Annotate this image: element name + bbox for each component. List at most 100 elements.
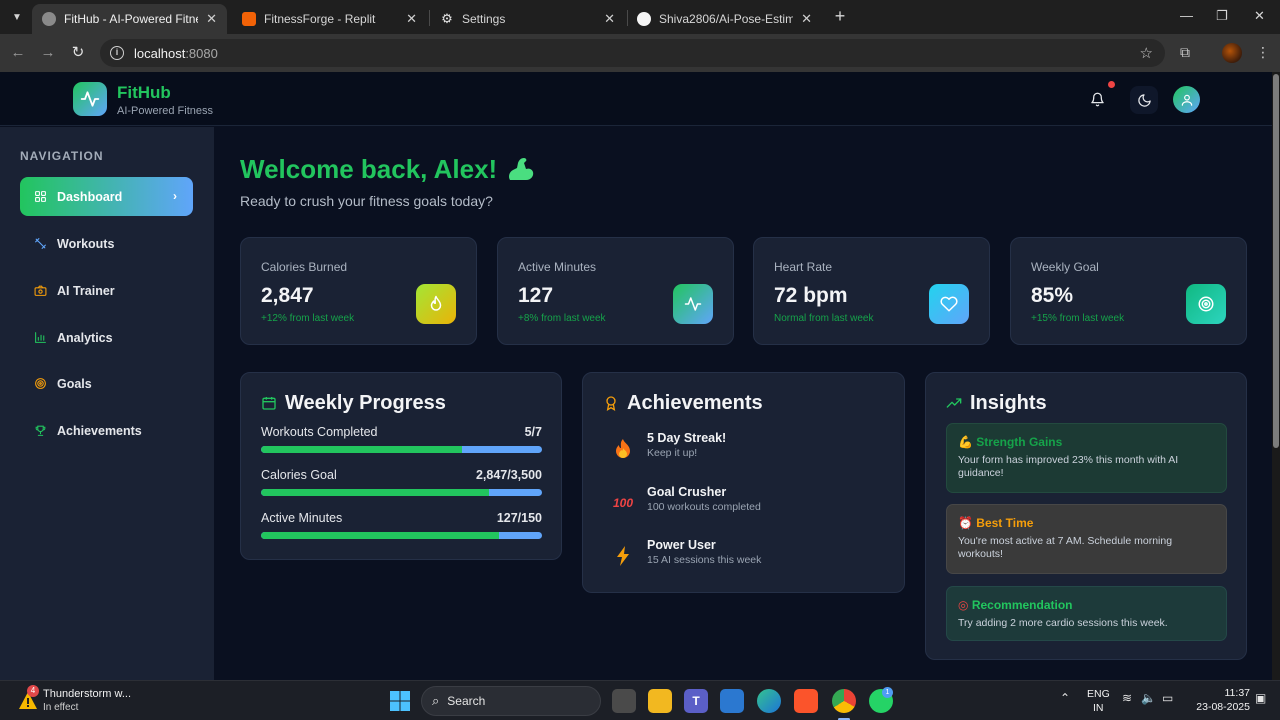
heart-icon [929, 284, 969, 324]
volume-icon[interactable]: 🔈 [1141, 691, 1156, 705]
close-tab-icon[interactable]: ✕ [406, 11, 417, 27]
close-window-icon[interactable]: ✕ [1254, 8, 1265, 24]
extensions-puzzle-icon[interactable]: ⧉ [1180, 44, 1190, 61]
browser-tab-replit[interactable]: FitnessForge - Replit ✕ [232, 4, 427, 34]
sidebar-item-achievements[interactable]: Achievements [20, 411, 193, 450]
microsoft-store-icon[interactable] [720, 689, 744, 713]
battery-icon[interactable]: ▭ [1162, 691, 1173, 705]
replit-icon [242, 12, 256, 26]
brave-icon[interactable] [794, 689, 818, 713]
insight-text: Your form has improved 23% this month wi… [958, 454, 1179, 479]
flexed-arm-emoji-icon: 💪 [958, 435, 973, 449]
achievement-item[interactable]: 5 Day Streak! Keep it up! [603, 431, 883, 471]
progress-value: 2,847/3,500 [475, 468, 542, 482]
progress-fill [261, 532, 499, 539]
region-label[interactable]: IN [1093, 702, 1104, 714]
sidebar-item-label: Dashboard [57, 189, 123, 204]
brand-name[interactable]: FitHub [117, 83, 171, 103]
clock-date[interactable]: 23-08-2025 [1192, 701, 1250, 713]
site-info-icon[interactable]: i [110, 46, 124, 60]
chrome-icon[interactable] [832, 689, 856, 713]
insight-strength-gains[interactable]: 💪 Strength Gains Your form has improved … [946, 423, 1227, 493]
stat-label: Calories Burned [261, 260, 348, 274]
forward-arrow-icon[interactable]: → [38, 43, 58, 63]
insight-title-text: Recommendation [971, 598, 1073, 612]
fithub-app: FitHub AI-Powered Fitness NAVIGATION Das… [0, 72, 1272, 680]
user-avatar-icon[interactable] [1173, 86, 1200, 113]
dumbbell-icon [33, 237, 47, 251]
sidebar-item-ai-trainer[interactable]: AI Trainer [20, 271, 193, 310]
browser-tab-strip: ▼ FitHub - AI-Powered Fitness Tra ✕ Fitn… [0, 0, 1280, 34]
windows-start-icon[interactable] [388, 689, 412, 713]
achievement-item[interactable]: Power User 15 AI sessions this week [603, 538, 883, 578]
reload-icon[interactable]: ↻ [68, 43, 88, 63]
tab-label: FitnessForge - Replit [264, 12, 376, 26]
minimize-icon[interactable]: — [1180, 8, 1193, 23]
browser-tab-fithub[interactable]: FitHub - AI-Powered Fitness Tra ✕ [32, 4, 227, 34]
close-tab-icon[interactable]: ✕ [206, 11, 217, 27]
welcome-heading: Welcome back, Alex! [240, 154, 498, 184]
card-title: Insights [970, 392, 1047, 414]
insight-best-time[interactable]: ⏰ Best Time You're most active at 7 AM. … [946, 504, 1227, 574]
stat-card-active-minutes[interactable]: Active Minutes 127 +8% from last week [497, 237, 734, 345]
logo-activity-icon[interactable] [73, 82, 107, 116]
sidebar-item-dashboard[interactable]: Dashboard › [20, 177, 193, 216]
clock-time[interactable]: 11:37 [1214, 687, 1251, 699]
sidebar-item-analytics[interactable]: Analytics [20, 318, 193, 357]
task-view-icon[interactable] [612, 689, 636, 713]
maximize-icon[interactable]: ❐ [1216, 8, 1228, 24]
notification-bell-icon[interactable] [1086, 88, 1108, 110]
trophy-icon [33, 424, 47, 438]
profile-avatar-icon[interactable] [1222, 43, 1242, 63]
sidebar-item-goals[interactable]: Goals [20, 364, 193, 403]
tab-search-chevron-icon[interactable]: ▼ [6, 7, 28, 27]
stat-value: 85% [1031, 284, 1074, 307]
target-icon [33, 377, 47, 391]
new-tab-plus-icon[interactable]: + [830, 7, 850, 27]
sidebar-item-workouts[interactable]: Workouts [20, 224, 193, 263]
stat-card-weekly-goal[interactable]: Weekly Goal 85% +15% from last week [1010, 237, 1247, 345]
weather-badge: 4 [27, 685, 39, 697]
app-header: FitHub AI-Powered Fitness [0, 72, 1272, 126]
language-label[interactable]: ENG [1087, 688, 1110, 700]
taskbar-search[interactable]: ⌕ Search [421, 686, 601, 716]
lightning-emoji-icon [611, 544, 635, 568]
browser-tab-settings[interactable]: ⚙ Settings ✕ [430, 4, 625, 34]
kebab-menu-icon[interactable]: ⋮ [1256, 44, 1270, 61]
edge-icon[interactable] [757, 689, 781, 713]
stat-card-calories[interactable]: Calories Burned 2,847 +12% from last wee… [240, 237, 477, 345]
bar-chart-icon [33, 331, 47, 345]
achievement-title: Power User [647, 538, 716, 552]
bookmark-star-icon[interactable]: ☆ [1140, 44, 1153, 62]
browser-tab-github[interactable]: Shiva2806/Ai-Pose-Estimation ✕ [627, 4, 822, 34]
address-bar[interactable]: i localhost:8080 ☆ [100, 39, 1165, 67]
file-explorer-icon[interactable] [648, 689, 672, 713]
chevron-right-icon: › [173, 189, 177, 203]
tab-label: FitHub - AI-Powered Fitness Tra [64, 12, 198, 26]
teams-icon[interactable]: T [684, 689, 708, 713]
back-arrow-icon[interactable]: ← [8, 43, 28, 63]
insight-recommendation[interactable]: ◎ Recommendation Try adding 2 more cardi… [946, 586, 1227, 641]
globe-icon [42, 12, 56, 26]
tray-chevron-up-icon[interactable]: ⌃ [1060, 691, 1070, 705]
weather-title[interactable]: Thunderstorm w... [43, 688, 131, 700]
weekly-progress-card: Weekly Progress Workouts Completed 5/7 C… [240, 372, 562, 560]
sidebar: NAVIGATION Dashboard › Workouts AI Train… [0, 127, 214, 680]
achievement-subtitle: Keep it up! [647, 447, 698, 459]
nav-heading: NAVIGATION [20, 149, 104, 163]
grid-icon [33, 190, 47, 204]
close-tab-icon[interactable]: ✕ [801, 11, 812, 27]
theme-toggle-moon-icon[interactable] [1130, 86, 1158, 114]
stat-card-heart-rate[interactable]: Heart Rate 72 bpm Normal from last week [753, 237, 990, 345]
insights-card: Insights 💪 Strength Gains Your form has … [925, 372, 1247, 660]
tab-label: Settings [462, 12, 506, 26]
wifi-icon[interactable]: ≋ [1122, 691, 1132, 705]
browser-toolbar: ← → ↻ i localhost:8080 ☆ ⧉ ⋮ [0, 34, 1280, 72]
sidebar-item-label: Achievements [57, 423, 142, 438]
notification-center-icon[interactable]: ▣ [1255, 691, 1266, 705]
insight-title-text: Strength Gains [976, 435, 1063, 449]
scrollbar-thumb[interactable] [1273, 74, 1279, 448]
achievement-item[interactable]: 100 Goal Crusher 100 workouts completed [603, 485, 883, 525]
close-tab-icon[interactable]: ✕ [604, 11, 615, 27]
whatsapp-badge: 1 [882, 687, 893, 698]
